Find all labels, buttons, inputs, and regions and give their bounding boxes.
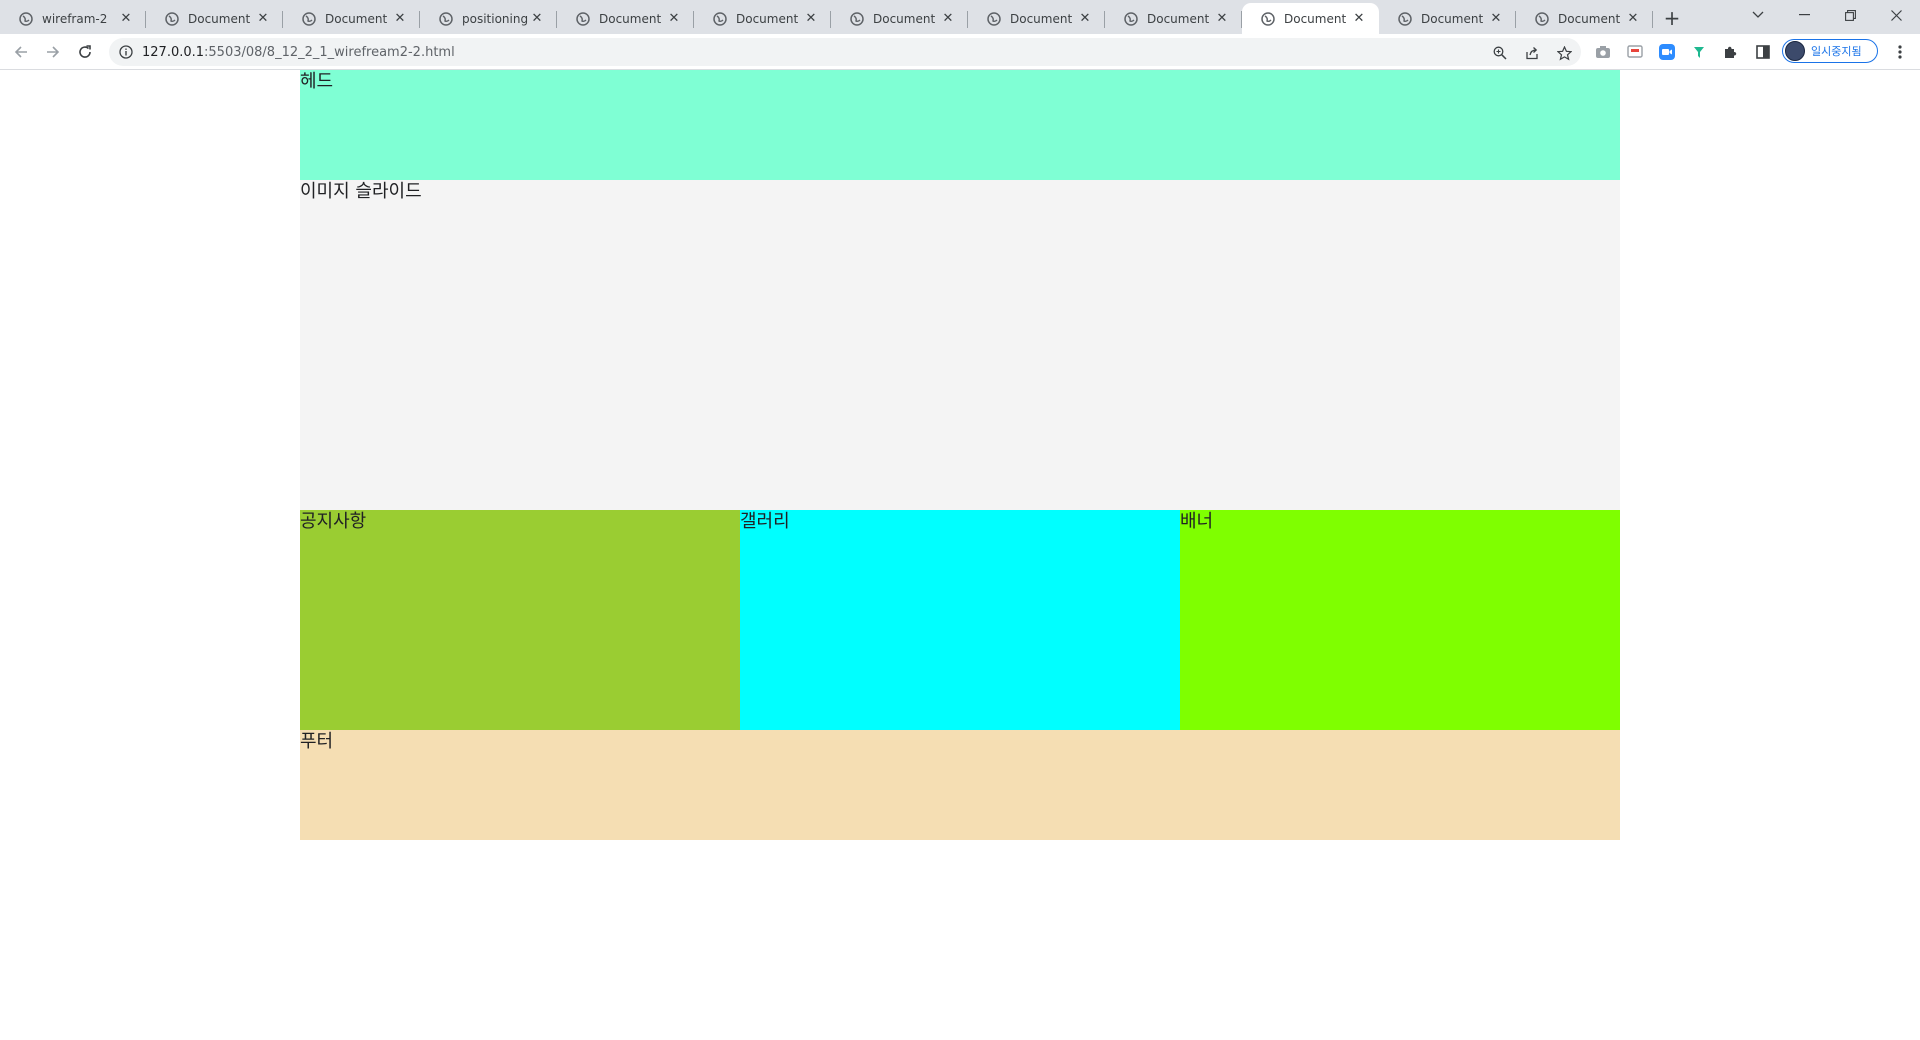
globe-icon: [1124, 11, 1138, 26]
page-content: 헤드 이미지 슬라이드 공지사항 갤러리 배너 푸터: [0, 70, 1920, 1040]
globe-icon: [165, 11, 179, 26]
url-text: 127.0.0.1:5503/08/8_12_2_1_wirefream2-2.…: [142, 45, 455, 60]
globe-icon: [1398, 11, 1412, 26]
tab[interactable]: wirefram-2 ✕: [0, 3, 146, 34]
url-host: 127.0.0.1: [142, 44, 205, 60]
pin-extension-icon[interactable]: [1691, 44, 1707, 60]
close-icon[interactable]: ✕: [392, 11, 408, 27]
tab[interactable]: positioning ✕: [420, 3, 557, 34]
globe-icon: [1535, 11, 1549, 26]
image-slide-label: 이미지 슬라이드: [300, 181, 422, 202]
gallery-label: 갤러리: [740, 511, 790, 532]
globe-icon: [439, 11, 453, 26]
address-bar[interactable]: 127.0.0.1:5503/08/8_12_2_1_wirefream2-2.…: [109, 38, 1581, 66]
restore-icon: [1844, 9, 1856, 21]
more-menu-button[interactable]: [1892, 43, 1908, 61]
tab[interactable]: Document ✕: [557, 3, 694, 34]
tab-title: positioning: [462, 11, 529, 26]
footer-block: 푸터: [300, 730, 1620, 840]
kebab-menu-icon: [1898, 45, 1902, 59]
minimize-icon: [1798, 14, 1810, 16]
banner-block: 배너: [1180, 510, 1620, 730]
tab-title: Document: [1284, 11, 1347, 26]
tab[interactable]: Document ✕: [1105, 3, 1242, 34]
globe-icon: [302, 11, 316, 26]
close-icon[interactable]: ✕: [940, 11, 956, 27]
reload-icon: [79, 45, 91, 58]
tab-title: Document: [1010, 11, 1073, 26]
puzzle-icon[interactable]: [1723, 44, 1739, 60]
close-icon[interactable]: ✕: [1488, 11, 1504, 27]
close-icon[interactable]: ✕: [1625, 11, 1641, 27]
tab[interactable]: Document ✕: [1516, 3, 1653, 34]
reload-button[interactable]: [73, 40, 97, 64]
globe-icon: [19, 11, 33, 26]
tab-title: Document: [1558, 11, 1621, 26]
zoom-extension-icon[interactable]: [1659, 44, 1675, 60]
close-icon: [1890, 9, 1902, 21]
tab-search-button[interactable]: [1736, 0, 1780, 30]
url-path: :5503/08/8_12_2_1_wirefream2-2.html: [204, 44, 455, 60]
header-block: 헤드: [300, 70, 1620, 180]
profile-button[interactable]: 일시중지됨: [1782, 39, 1878, 63]
side-panel-icon[interactable]: [1755, 44, 1771, 60]
close-icon[interactable]: ✕: [118, 11, 134, 27]
tab-title: Document: [325, 11, 388, 26]
tab[interactable]: Document ✕: [146, 3, 283, 34]
globe-icon: [987, 11, 1001, 26]
restore-button[interactable]: [1828, 0, 1872, 30]
close-icon[interactable]: ✕: [255, 11, 271, 27]
new-tab-button[interactable]: +: [1661, 7, 1683, 29]
tab-strip: wirefram-2 ✕ Document ✕ Document ✕ posit…: [0, 0, 1920, 34]
tab[interactable]: Document ✕: [283, 3, 420, 34]
minimize-button[interactable]: [1782, 0, 1826, 30]
chevron-down-icon: [1752, 11, 1764, 18]
globe-icon: [713, 11, 727, 26]
arrow-left-icon: [14, 46, 27, 58]
footer-label: 푸터: [300, 731, 334, 752]
tab-active[interactable]: Document ✕: [1242, 3, 1379, 34]
tab[interactable]: Document ✕: [968, 3, 1105, 34]
close-icon[interactable]: ✕: [1214, 11, 1230, 27]
header-label: 헤드: [300, 71, 334, 92]
forward-button[interactable]: [41, 40, 65, 64]
star-icon[interactable]: [1556, 45, 1572, 61]
notice-block: 공지사항: [300, 510, 740, 730]
tab-title: Document: [873, 11, 936, 26]
close-icon[interactable]: ✕: [803, 11, 819, 27]
close-icon[interactable]: ✕: [666, 11, 682, 27]
cast-icon[interactable]: [1627, 44, 1643, 60]
tab-title: Document: [1421, 11, 1484, 26]
tab[interactable]: Document ✕: [694, 3, 831, 34]
image-slide-block: 이미지 슬라이드: [300, 180, 1620, 510]
tab-title: Document: [1147, 11, 1210, 26]
tab-title: Document: [736, 11, 799, 26]
tab-divider: [1652, 11, 1653, 28]
notice-label: 공지사항: [300, 511, 367, 532]
tab-title: wirefram-2: [42, 11, 108, 26]
globe-icon: [1261, 11, 1275, 26]
tab[interactable]: Document ✕: [1379, 3, 1516, 34]
globe-icon: [576, 11, 590, 26]
share-icon[interactable]: [1524, 45, 1540, 61]
browser-toolbar: 127.0.0.1:5503/08/8_12_2_1_wirefream2-2.…: [0, 34, 1920, 70]
tab-title: Document: [599, 11, 662, 26]
close-icon[interactable]: ✕: [1077, 11, 1093, 27]
info-icon[interactable]: [119, 45, 133, 59]
avatar: [1785, 41, 1805, 61]
profile-status-label: 일시중지됨: [1811, 45, 1862, 58]
back-button[interactable]: [9, 40, 33, 64]
globe-icon: [850, 11, 864, 26]
camera-icon[interactable]: [1595, 44, 1611, 60]
zoom-icon[interactable]: [1492, 45, 1508, 61]
banner-label: 배너: [1180, 511, 1214, 532]
close-icon[interactable]: ✕: [529, 11, 545, 27]
arrow-right-icon: [47, 46, 60, 58]
tab[interactable]: Document ✕: [831, 3, 968, 34]
gallery-block: 갤러리: [740, 510, 1180, 730]
tab-title: Document: [188, 11, 251, 26]
close-icon[interactable]: ✕: [1351, 11, 1367, 27]
close-window-button[interactable]: [1874, 0, 1918, 30]
